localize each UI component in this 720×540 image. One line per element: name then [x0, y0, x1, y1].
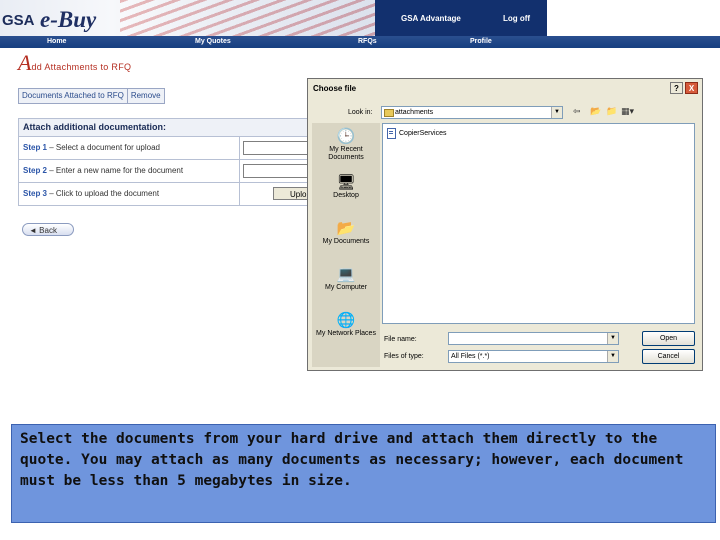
- look-in-label: Look in:: [348, 109, 373, 116]
- caption-text: Select the documents from your hard driv…: [20, 431, 684, 489]
- step-3-label: Step 3 – Click to upload the document: [23, 189, 159, 198]
- column-divider: [239, 160, 240, 182]
- file-item[interactable]: CopierServices: [387, 128, 446, 139]
- step-3-number: Step 3: [23, 189, 48, 198]
- back-label: Back: [39, 226, 57, 235]
- form-row-step-2: Step 2 – Enter a new name for the docume…: [19, 160, 315, 183]
- back-arrow-icon[interactable]: ⇦: [573, 106, 581, 118]
- place-label: Desktop: [333, 192, 359, 199]
- dialog-title: Choose file: [313, 84, 357, 93]
- file-type-value: All Files (*.*): [451, 353, 490, 360]
- place-label: My Recent Documents: [328, 146, 364, 161]
- document-name-input[interactable]: [243, 164, 315, 178]
- place-desktop[interactable]: 🖥 Desktop: [312, 173, 380, 200]
- step-1-text: – Select a document for upload: [47, 143, 160, 152]
- dropdown-arrow-icon: ▼: [607, 351, 618, 362]
- place-my-computer[interactable]: 💻 My Computer: [312, 265, 380, 292]
- ebuy-logo: e-Buy: [40, 7, 97, 32]
- file-item-name: CopierServices: [399, 130, 447, 137]
- main-nav: Home My Quotes RFQs Profile: [0, 36, 720, 48]
- tab-remove[interactable]: Remove: [126, 89, 164, 103]
- my-computer-icon: 💻: [336, 265, 356, 283]
- look-in-value: attachments: [395, 109, 434, 116]
- flag-decoration: [120, 0, 375, 36]
- step-3-text: – Click to upload the document: [47, 189, 160, 198]
- place-label: My Computer: [324, 284, 367, 291]
- desktop-icon: 🖥: [336, 173, 356, 191]
- close-button[interactable]: X: [685, 82, 698, 94]
- step-2-label: Step 2 – Enter a new name for the docume…: [23, 166, 183, 175]
- network-places-icon: 🌐: [336, 311, 356, 329]
- top-links: GSA Advantage Log off: [375, 0, 547, 36]
- place-label: My Network Places: [316, 330, 376, 337]
- nav-home[interactable]: Home: [47, 38, 66, 45]
- page-title-rest: dd Attachments to RFQ: [31, 62, 132, 72]
- new-folder-icon[interactable]: 📁: [606, 106, 617, 118]
- tab-documents-attached[interactable]: Documents Attached to RFQ: [19, 89, 127, 103]
- file-name-input[interactable]: ▼: [448, 332, 619, 345]
- file-type-label: Files of type:: [384, 353, 424, 360]
- instruction-caption: Select the documents from your hard driv…: [11, 424, 716, 523]
- back-button[interactable]: ◄ Back: [22, 223, 74, 236]
- logo-area: GSA e-Buy: [0, 0, 375, 37]
- attach-form: Attach additional documentation: Step 1 …: [18, 118, 315, 206]
- step-2-text: – Enter a new name for the document: [47, 166, 184, 175]
- form-row-step-3: Step 3 – Click to upload the document Up…: [19, 183, 313, 205]
- dialog-titlebar: Choose file ? X: [308, 79, 702, 98]
- place-my-network[interactable]: 🌐 My Network Places: [312, 311, 380, 338]
- log-off-link[interactable]: Log off: [503, 14, 530, 23]
- banner-fill: [547, 0, 720, 36]
- tab-bar: Documents Attached to RFQ Remove: [18, 88, 165, 104]
- nav-profile[interactable]: Profile: [470, 38, 492, 45]
- form-row-step-1: Step 1 – Select a document for upload: [19, 137, 315, 160]
- document-file-input[interactable]: [243, 141, 315, 155]
- places-bar: 🕒 My Recent Documents 🖥 Desktop 📂 My Doc…: [312, 123, 380, 367]
- dropdown-arrow-icon: ▼: [551, 107, 562, 118]
- place-my-documents[interactable]: 📂 My Documents: [312, 219, 380, 246]
- file-name-label: File name:: [384, 336, 417, 343]
- file-list: CopierServices: [382, 123, 695, 324]
- help-button[interactable]: ?: [670, 82, 683, 94]
- nav-my-quotes[interactable]: My Quotes: [195, 38, 231, 45]
- nav-rfqs[interactable]: RFQs: [358, 38, 377, 45]
- step-1-number: Step 1: [23, 143, 48, 152]
- file-type-select[interactable]: All Files (*.*) ▼: [448, 350, 619, 363]
- recent-documents-icon: 🕒: [336, 127, 356, 145]
- view-menu-icon[interactable]: ▦▾: [621, 106, 634, 118]
- step-2-number: Step 2: [23, 166, 48, 175]
- form-heading: Attach additional documentation:: [19, 119, 311, 137]
- column-divider: [239, 137, 240, 159]
- folder-icon: [384, 109, 394, 117]
- page-title: Add Attachments to RFQ: [18, 50, 131, 76]
- dropdown-arrow-icon: ▼: [607, 333, 618, 344]
- my-documents-icon: 📂: [336, 219, 356, 237]
- step-1-label: Step 1 – Select a document for upload: [23, 143, 160, 152]
- gsa-advantage-link[interactable]: GSA Advantage: [401, 14, 461, 23]
- back-arrow-icon: ◄: [29, 226, 37, 235]
- choose-file-dialog: Choose file ? X Look in: attachments ▼ ⇦…: [307, 78, 703, 371]
- place-label: My Documents: [322, 238, 370, 245]
- page-title-initial: A: [18, 50, 32, 75]
- up-folder-icon[interactable]: 📂: [590, 106, 601, 118]
- site-banner: GSA e-Buy GSA Advantage Log off Home My …: [0, 0, 720, 48]
- column-divider: [239, 183, 240, 205]
- document-icon: [387, 128, 396, 139]
- cancel-button[interactable]: Cancel: [642, 349, 695, 364]
- gsa-logo: GSA: [2, 12, 35, 29]
- look-in-select[interactable]: attachments ▼: [381, 106, 563, 119]
- place-recent-documents[interactable]: 🕒 My Recent Documents: [312, 127, 380, 162]
- open-button[interactable]: Open: [642, 331, 695, 346]
